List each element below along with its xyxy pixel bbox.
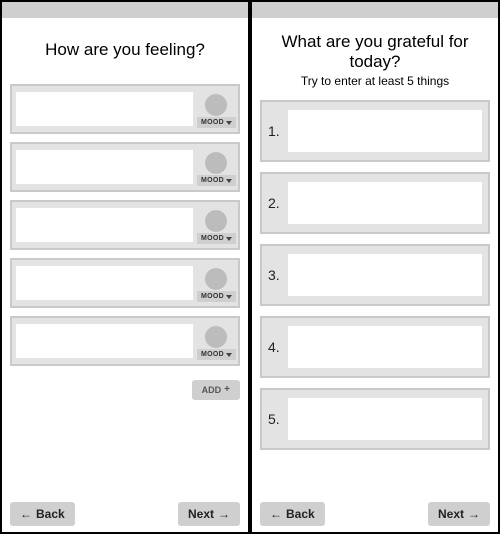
chevron-down-icon [226, 121, 232, 125]
mood-text-input[interactable] [16, 266, 193, 300]
add-label: ADD [202, 385, 222, 395]
mood-row: MOOD [10, 316, 240, 366]
mood-circle-icon [205, 152, 227, 174]
mood-selector[interactable]: MOOD [197, 90, 236, 128]
mood-circle-icon [205, 326, 227, 348]
mood-chip-label: MOOD [201, 293, 224, 300]
next-label: Next [188, 507, 214, 521]
phone-mood-screen: How are you feeling? MOOD [0, 0, 250, 534]
back-label: Back [36, 507, 65, 521]
page-title: How are you feeling? [10, 40, 240, 60]
page-title: What are you grateful for today? [260, 32, 490, 72]
chevron-down-icon [226, 179, 232, 183]
mood-text-input[interactable] [16, 92, 193, 126]
phone-gratitude-screen: What are you grateful for today? Try to … [250, 0, 500, 534]
row-number: 4. [268, 339, 288, 355]
next-button[interactable]: Next [428, 502, 490, 526]
row-number: 5. [268, 411, 288, 427]
mood-row: MOOD [10, 258, 240, 308]
screen-content-gratitude: What are you grateful for today? Try to … [252, 18, 498, 532]
mood-row: MOOD [10, 200, 240, 250]
gratitude-text-input[interactable] [288, 110, 482, 152]
mood-entry-list: MOOD MOOD [10, 84, 240, 400]
row-number: 1. [268, 123, 288, 139]
chevron-down-icon [226, 237, 232, 241]
mood-text-input[interactable] [16, 208, 193, 242]
mood-dropdown-chip[interactable]: MOOD [197, 233, 236, 244]
row-number: 2. [268, 195, 288, 211]
mood-row: MOOD [10, 84, 240, 134]
bottom-nav: Back Next [10, 502, 240, 526]
gratitude-row: 3. [260, 244, 490, 306]
mood-selector[interactable]: MOOD [197, 264, 236, 302]
gratitude-text-input[interactable] [288, 398, 482, 440]
screen-content-mood: How are you feeling? MOOD [2, 18, 248, 532]
mood-circle-icon [205, 210, 227, 232]
mood-chip-label: MOOD [201, 351, 224, 358]
mood-text-input[interactable] [16, 324, 193, 358]
mood-dropdown-chip[interactable]: MOOD [197, 175, 236, 186]
chevron-down-icon [226, 353, 232, 357]
mood-selector[interactable]: MOOD [197, 322, 236, 360]
mood-dropdown-chip[interactable]: MOOD [197, 291, 236, 302]
mood-selector[interactable]: MOOD [197, 148, 236, 186]
mood-dropdown-chip[interactable]: MOOD [197, 349, 236, 360]
gratitude-row: 5. [260, 388, 490, 450]
add-mood-button[interactable]: ADD + [192, 380, 240, 400]
mood-chip-label: MOOD [201, 119, 224, 126]
mood-selector[interactable]: MOOD [197, 206, 236, 244]
gratitude-row: 2. [260, 172, 490, 234]
next-button[interactable]: Next [178, 502, 240, 526]
status-bar [252, 2, 498, 18]
back-label: Back [286, 507, 315, 521]
mood-row: MOOD [10, 142, 240, 192]
mood-text-input[interactable] [16, 150, 193, 184]
mood-circle-icon [205, 94, 227, 116]
mood-dropdown-chip[interactable]: MOOD [197, 117, 236, 128]
chevron-down-icon [226, 295, 232, 299]
plus-icon: + [224, 385, 230, 395]
row-number: 3. [268, 267, 288, 283]
page-subtitle: Try to enter at least 5 things [260, 74, 490, 88]
gratitude-text-input[interactable] [288, 254, 482, 296]
mood-chip-label: MOOD [201, 235, 224, 242]
gratitude-row: 1. [260, 100, 490, 162]
gratitude-entry-list: 1. 2. 3. 4. 5. [260, 100, 490, 450]
wireframe-stage: How are you feeling? MOOD [0, 0, 500, 534]
bottom-nav: Back Next [260, 502, 490, 526]
mood-circle-icon [205, 268, 227, 290]
gratitude-text-input[interactable] [288, 326, 482, 368]
status-bar [2, 2, 248, 18]
back-button[interactable]: Back [260, 502, 325, 526]
gratitude-text-input[interactable] [288, 182, 482, 224]
back-button[interactable]: Back [10, 502, 75, 526]
mood-chip-label: MOOD [201, 177, 224, 184]
gratitude-row: 4. [260, 316, 490, 378]
next-label: Next [438, 507, 464, 521]
